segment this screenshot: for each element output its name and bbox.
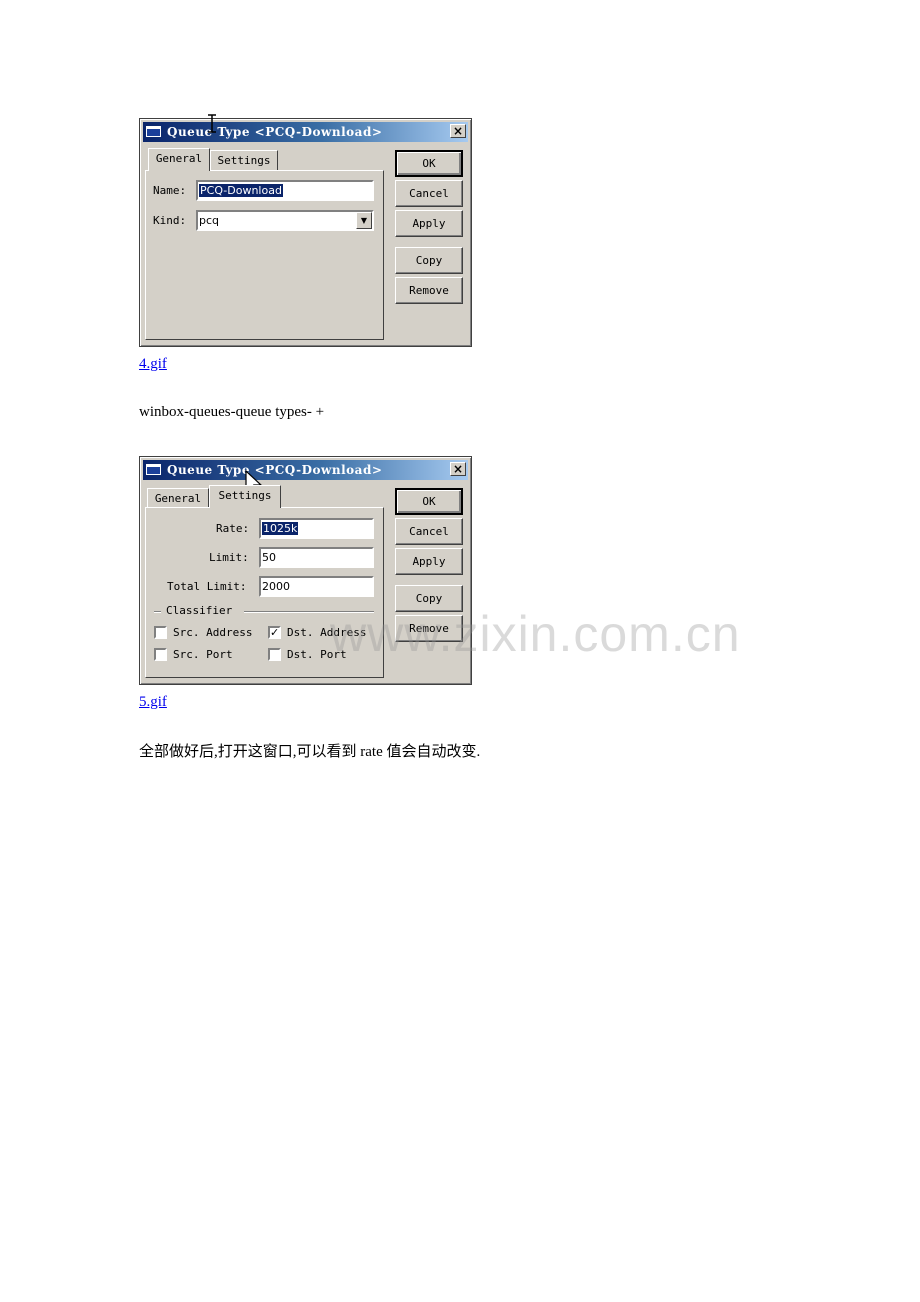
- src-address-label: Src. Address: [173, 626, 253, 639]
- name-input[interactable]: PCQ-Download: [196, 180, 374, 201]
- window-title: Queue Type <PCQ-Download>: [167, 125, 383, 139]
- tab-general-label: General: [154, 492, 202, 505]
- name-value: PCQ-Download: [199, 184, 283, 197]
- rate-value: 1025k: [262, 522, 299, 535]
- apply-button[interactable]: Apply: [395, 210, 463, 237]
- general-panel: Name: PCQ-Download Kind: pcq ▼: [145, 170, 384, 340]
- instruction-text: winbox-queues-queue types- +: [139, 404, 325, 420]
- tab-settings[interactable]: Settings: [209, 485, 281, 508]
- ok-button[interactable]: OK: [395, 488, 463, 515]
- window-icon: [146, 464, 161, 475]
- src-port-label: Src. Port: [173, 648, 233, 661]
- closing-text: 全部做好后,打开这窗口,可以看到 rate 值会自动改变.: [139, 744, 481, 760]
- caption-5-gif[interactable]: 5.gif: [139, 694, 167, 711]
- total-limit-label: Total Limit:: [167, 580, 247, 593]
- watermark: www.zixin.com.cn: [330, 606, 741, 662]
- mouse-cursor-icon: [208, 114, 216, 133]
- limit-input[interactable]: 50: [259, 547, 374, 568]
- close-icon[interactable]: ×: [450, 462, 466, 476]
- cancel-button[interactable]: Cancel: [395, 180, 463, 207]
- title-bar[interactable]: Queue Type <PCQ-Download> ×: [143, 122, 468, 142]
- name-label: Name:: [153, 184, 187, 197]
- window-icon: [146, 126, 161, 137]
- tab-settings-label: Settings: [217, 154, 271, 167]
- queue-type-dialog-general: Queue Type <PCQ-Download> × General Sett…: [139, 118, 472, 347]
- tab-settings[interactable]: Settings: [210, 150, 278, 170]
- limit-label: Limit:: [209, 551, 249, 564]
- copy-button[interactable]: Copy: [395, 247, 463, 274]
- tab-general-label: General: [155, 152, 203, 165]
- close-icon[interactable]: ×: [450, 124, 466, 138]
- ok-button[interactable]: OK: [395, 150, 463, 177]
- dst-port-checkbox[interactable]: [268, 648, 281, 661]
- tab-settings-label: Settings: [218, 489, 272, 502]
- kind-select[interactable]: pcq ▼: [196, 210, 374, 231]
- tab-general[interactable]: General: [148, 148, 210, 171]
- src-port-checkbox[interactable]: [154, 648, 167, 661]
- rate-label: Rate:: [216, 522, 250, 535]
- tab-general[interactable]: General: [147, 488, 209, 508]
- cancel-button[interactable]: Cancel: [395, 518, 463, 545]
- rate-input[interactable]: 1025k: [259, 518, 374, 539]
- src-address-checkbox[interactable]: [154, 626, 167, 639]
- total-limit-input[interactable]: 2000: [259, 576, 374, 597]
- remove-button[interactable]: Remove: [395, 277, 463, 304]
- kind-value: pcq: [199, 214, 220, 227]
- caption-4-gif[interactable]: 4.gif: [139, 356, 167, 373]
- limit-value: 50: [262, 551, 276, 564]
- window-title: Queue Type <PCQ-Download>: [167, 463, 383, 477]
- classifier-label: Classifier: [166, 604, 233, 617]
- title-bar[interactable]: Queue Type <PCQ-Download> ×: [143, 460, 468, 480]
- apply-button[interactable]: Apply: [395, 548, 463, 575]
- dst-address-checkbox[interactable]: ✓: [268, 626, 281, 639]
- chevron-down-icon[interactable]: ▼: [356, 212, 372, 229]
- kind-label: Kind:: [153, 214, 187, 227]
- classifier-line-left: [154, 611, 161, 613]
- total-limit-value: 2000: [262, 580, 290, 593]
